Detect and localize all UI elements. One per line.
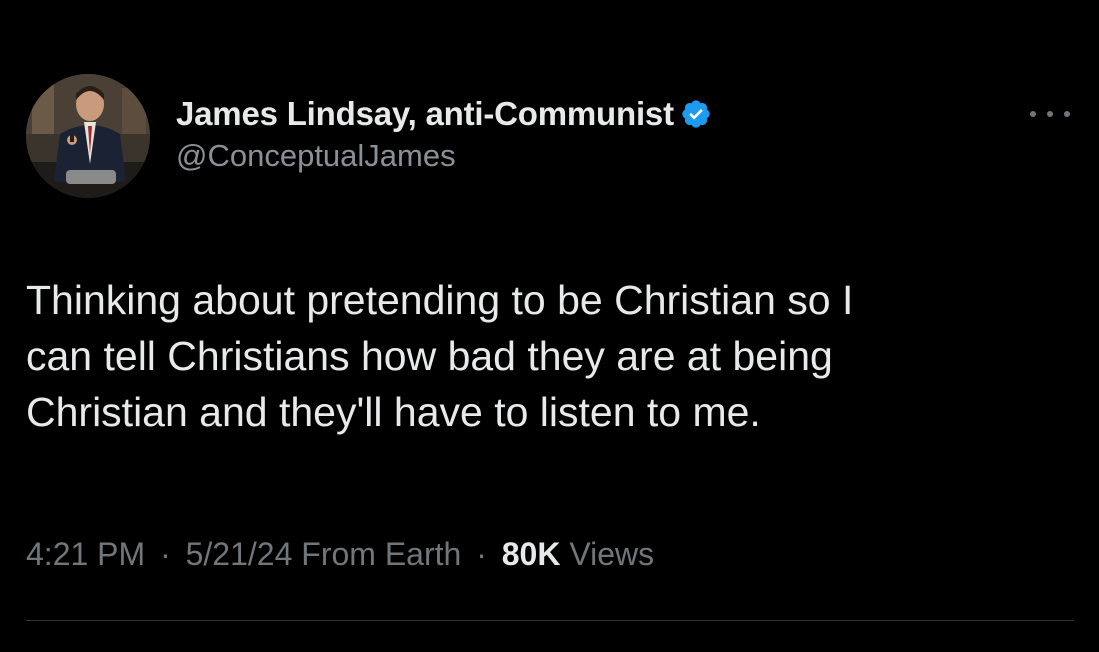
views-label: Views: [569, 536, 655, 572]
name-row: James Lindsay, anti-Communist: [176, 92, 712, 136]
tweet-card: James Lindsay, anti-Communist @Conceptua…: [0, 0, 1099, 652]
display-name[interactable]: James Lindsay, anti-Communist: [176, 95, 674, 133]
dot-icon: [1047, 111, 1053, 117]
more-options-icon[interactable]: [1030, 104, 1070, 124]
meta-separator: ·: [160, 536, 171, 572]
avatar[interactable]: [26, 74, 150, 198]
divider: [26, 620, 1074, 621]
dot-icon: [1030, 111, 1036, 117]
tweet-meta: 4:21 PM · 5/21/24 From Earth · 80K Views: [26, 536, 654, 573]
author-block: James Lindsay, anti-Communist @Conceptua…: [176, 92, 712, 174]
tweet-text: Thinking about pretending to be Christia…: [26, 277, 854, 435]
views-count: 80K: [501, 536, 561, 572]
tweet-source: From Earth: [301, 536, 462, 572]
profile-photo: [26, 74, 150, 198]
verified-badge-icon[interactable]: [680, 98, 712, 130]
tweet-time[interactable]: 4:21 PM: [26, 536, 145, 572]
meta-separator: ·: [476, 536, 487, 572]
handle[interactable]: @ConceptualJames: [176, 138, 712, 174]
tweet-date[interactable]: 5/21/24: [186, 536, 293, 572]
dot-icon: [1064, 111, 1070, 117]
